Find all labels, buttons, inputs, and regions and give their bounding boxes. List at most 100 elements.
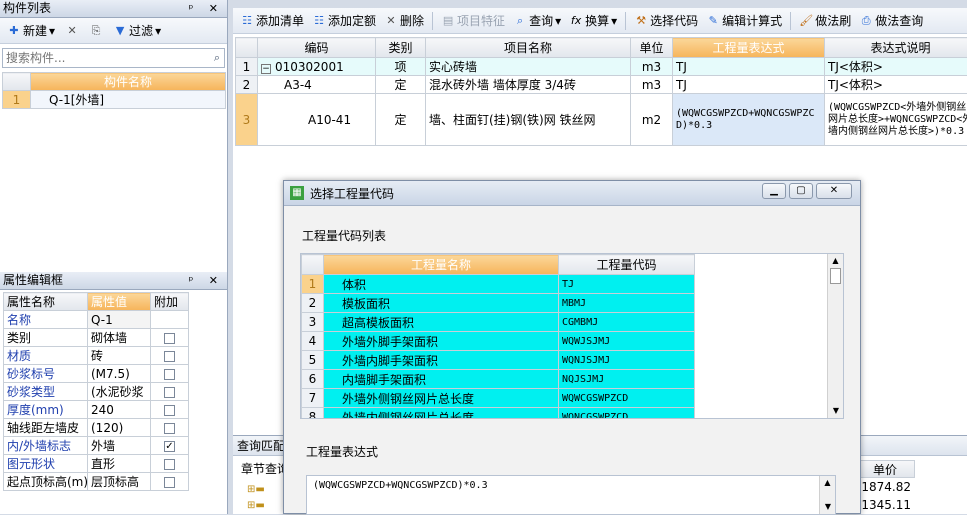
component-name-cell[interactable]: Q-1[外墙]: [31, 91, 226, 109]
code-name-cell[interactable]: 外墙内脚手架面积: [324, 351, 559, 370]
type-cell[interactable]: 定: [376, 76, 426, 94]
close-button[interactable]: ✕: [816, 183, 852, 199]
code-code-cell[interactable]: WQWJSJMJ: [559, 332, 695, 351]
scroll-down-arrow[interactable]: ▼: [820, 500, 836, 514]
query-button[interactable]: ⌕查询▾: [510, 10, 564, 32]
name-cell[interactable]: 墙、柱面钉(挂)钢(铁)网 铁丝网: [426, 94, 631, 146]
col-header-name[interactable]: 项目名称: [426, 38, 631, 58]
property-row[interactable]: 名称 Q-1: [4, 311, 189, 329]
edit-formula-button[interactable]: ✎编辑计算式: [703, 10, 785, 32]
col-header-unit[interactable]: 单位: [631, 38, 673, 58]
prop-value[interactable]: 砌体墙: [88, 329, 151, 347]
convert-button[interactable]: fx换算▾: [566, 10, 620, 32]
code-code-cell[interactable]: NQJSJMJ: [559, 370, 695, 389]
unit-cell[interactable]: m3: [631, 76, 673, 94]
table-row[interactable]: 1 Q-1[外墙]: [3, 91, 226, 109]
code-row[interactable]: 7外墙外侧钢丝网片总长度WQWCGSWPZCD: [302, 389, 695, 408]
panel-controls[interactable]: ᵖ ✕: [189, 0, 224, 17]
prop-value[interactable]: (M7.5): [88, 365, 151, 383]
delete-component-button[interactable]: ✕: [62, 20, 82, 42]
expr-cell[interactable]: TJ: [673, 76, 825, 94]
code-code-cell[interactable]: WQNJSJMJ: [559, 351, 695, 370]
method-brush-button[interactable]: 🖌做法刷: [796, 10, 854, 32]
code-name-cell[interactable]: 外墙内侧钢丝网片总长度: [324, 408, 559, 420]
code-name-cell[interactable]: 内墙脚手架面积: [324, 370, 559, 389]
property-row[interactable]: 轴线距左墙皮 (120): [4, 419, 189, 437]
delete-button[interactable]: ✕删除: [381, 10, 427, 32]
col-header-type[interactable]: 类别: [376, 38, 426, 58]
prop-value[interactable]: 砖: [88, 347, 151, 365]
attach-checkbox[interactable]: [164, 351, 175, 362]
code-cell[interactable]: A10-41: [258, 94, 376, 146]
code-code-cell[interactable]: WQNCGSWPZCD: [559, 408, 695, 420]
prop-value[interactable]: 层顶标高: [88, 473, 151, 491]
attach-checkbox[interactable]: [164, 423, 175, 434]
attach-checkbox[interactable]: [164, 387, 175, 398]
attach-checkbox[interactable]: [164, 405, 175, 416]
code-code-cell[interactable]: TJ: [559, 275, 695, 294]
collapse-icon[interactable]: −: [261, 64, 271, 74]
expr-cell[interactable]: (WQWCGSWPZCD+WQNCGSWPZCD)*0.3: [673, 94, 825, 146]
property-row[interactable]: 砂浆类型 (水泥砂浆: [4, 383, 189, 401]
code-code-cell[interactable]: CGMBMJ: [559, 313, 695, 332]
table-row[interactable]: 3 A10-41 定 墙、柱面钉(挂)钢(铁)网 铁丝网 m2 (WQWCGSW…: [236, 94, 967, 146]
attach-checkbox[interactable]: [164, 477, 175, 488]
code-name-cell[interactable]: 超高模板面积: [324, 313, 559, 332]
property-row[interactable]: 类别 砌体墙: [4, 329, 189, 347]
code-list-scrollbar[interactable]: ▲ ▼: [827, 254, 843, 418]
unit-cell[interactable]: m3: [631, 58, 673, 76]
code-row[interactable]: 2模板面积MBMJ: [302, 294, 695, 313]
add-quota-button[interactable]: ☷添加定额: [309, 10, 379, 32]
add-list-button[interactable]: ☷添加清单: [237, 10, 307, 32]
select-code-button[interactable]: ⚒选择代码: [631, 10, 701, 32]
col-header-code[interactable]: 编码: [258, 38, 376, 58]
code-code-cell[interactable]: WQWCGSWPZCD: [559, 389, 695, 408]
table-row[interactable]: 2 A3-4 定 混水砖外墙 墙体厚度 3/4砖 m3 TJ TJ<体积>: [236, 76, 967, 94]
property-row[interactable]: 图元形状 直形: [4, 455, 189, 473]
col-header-expr[interactable]: 工程量表达式: [673, 38, 825, 58]
prop-value[interactable]: 外墙: [88, 437, 151, 455]
minimize-button[interactable]: ▁: [762, 183, 786, 199]
table-row[interactable]: 1 −010302001 项 实心砖墙 m3 TJ TJ<体积>: [236, 58, 967, 76]
maximize-button[interactable]: ▢: [789, 183, 813, 199]
scroll-thumb[interactable]: [830, 268, 841, 284]
property-row[interactable]: 厚度(mm) 240: [4, 401, 189, 419]
scroll-up-arrow[interactable]: ▲: [828, 254, 843, 268]
type-cell[interactable]: 项: [376, 58, 426, 76]
expr-scrollbar[interactable]: ▲ ▼: [819, 476, 835, 514]
panel-controls[interactable]: ᵖ ✕: [189, 272, 224, 289]
expr-input[interactable]: (WQWCGSWPZCD+WQNCGSWPZCD)*0.3: [307, 476, 835, 495]
code-name-cell[interactable]: 体积: [324, 275, 559, 294]
search-input[interactable]: [3, 50, 210, 66]
expr-cell[interactable]: TJ: [673, 58, 825, 76]
item-feature-button[interactable]: ▤项目特征: [438, 10, 508, 32]
folder-icon[interactable]: ⊞▬: [247, 484, 265, 495]
name-cell[interactable]: 实心砖墙: [426, 58, 631, 76]
type-cell[interactable]: 定: [376, 94, 426, 146]
prop-value[interactable]: 240: [88, 401, 151, 419]
new-button[interactable]: ✚新建▾: [4, 20, 58, 42]
attach-checkbox[interactable]: [164, 369, 175, 380]
code-cell[interactable]: −010302001: [258, 58, 376, 76]
code-name-cell[interactable]: 外墙外脚手架面积: [324, 332, 559, 351]
attach-checkbox-checked[interactable]: ✓: [164, 441, 175, 452]
scroll-down-arrow[interactable]: ▼: [828, 404, 844, 418]
property-row[interactable]: 砂浆标号 (M7.5): [4, 365, 189, 383]
prop-value[interactable]: 直形: [88, 455, 151, 473]
prop-value[interactable]: Q-1: [88, 311, 151, 329]
name-cell[interactable]: 混水砖外墙 墙体厚度 3/4砖: [426, 76, 631, 94]
code-code-header[interactable]: 工程量代码: [559, 255, 695, 275]
scroll-up-arrow[interactable]: ▲: [820, 476, 835, 490]
price-header[interactable]: 单价: [855, 460, 915, 478]
col-header-desc[interactable]: 表达式说明: [825, 38, 967, 58]
unit-cell[interactable]: m2: [631, 94, 673, 146]
code-row[interactable]: 6内墙脚手架面积NQJSJMJ: [302, 370, 695, 389]
filter-button[interactable]: ▼过滤▾: [110, 20, 164, 42]
code-row[interactable]: 3超高模板面积CGMBMJ: [302, 313, 695, 332]
property-row[interactable]: 内/外墙标志 外墙 ✓: [4, 437, 189, 455]
prop-value[interactable]: (水泥砂浆: [88, 383, 151, 401]
attach-checkbox[interactable]: [164, 333, 175, 344]
code-name-cell[interactable]: 模板面积: [324, 294, 559, 313]
property-row[interactable]: 起点顶标高(m) 层顶标高: [4, 473, 189, 491]
code-row[interactable]: 8外墙内侧钢丝网片总长度WQNCGSWPZCD: [302, 408, 695, 420]
